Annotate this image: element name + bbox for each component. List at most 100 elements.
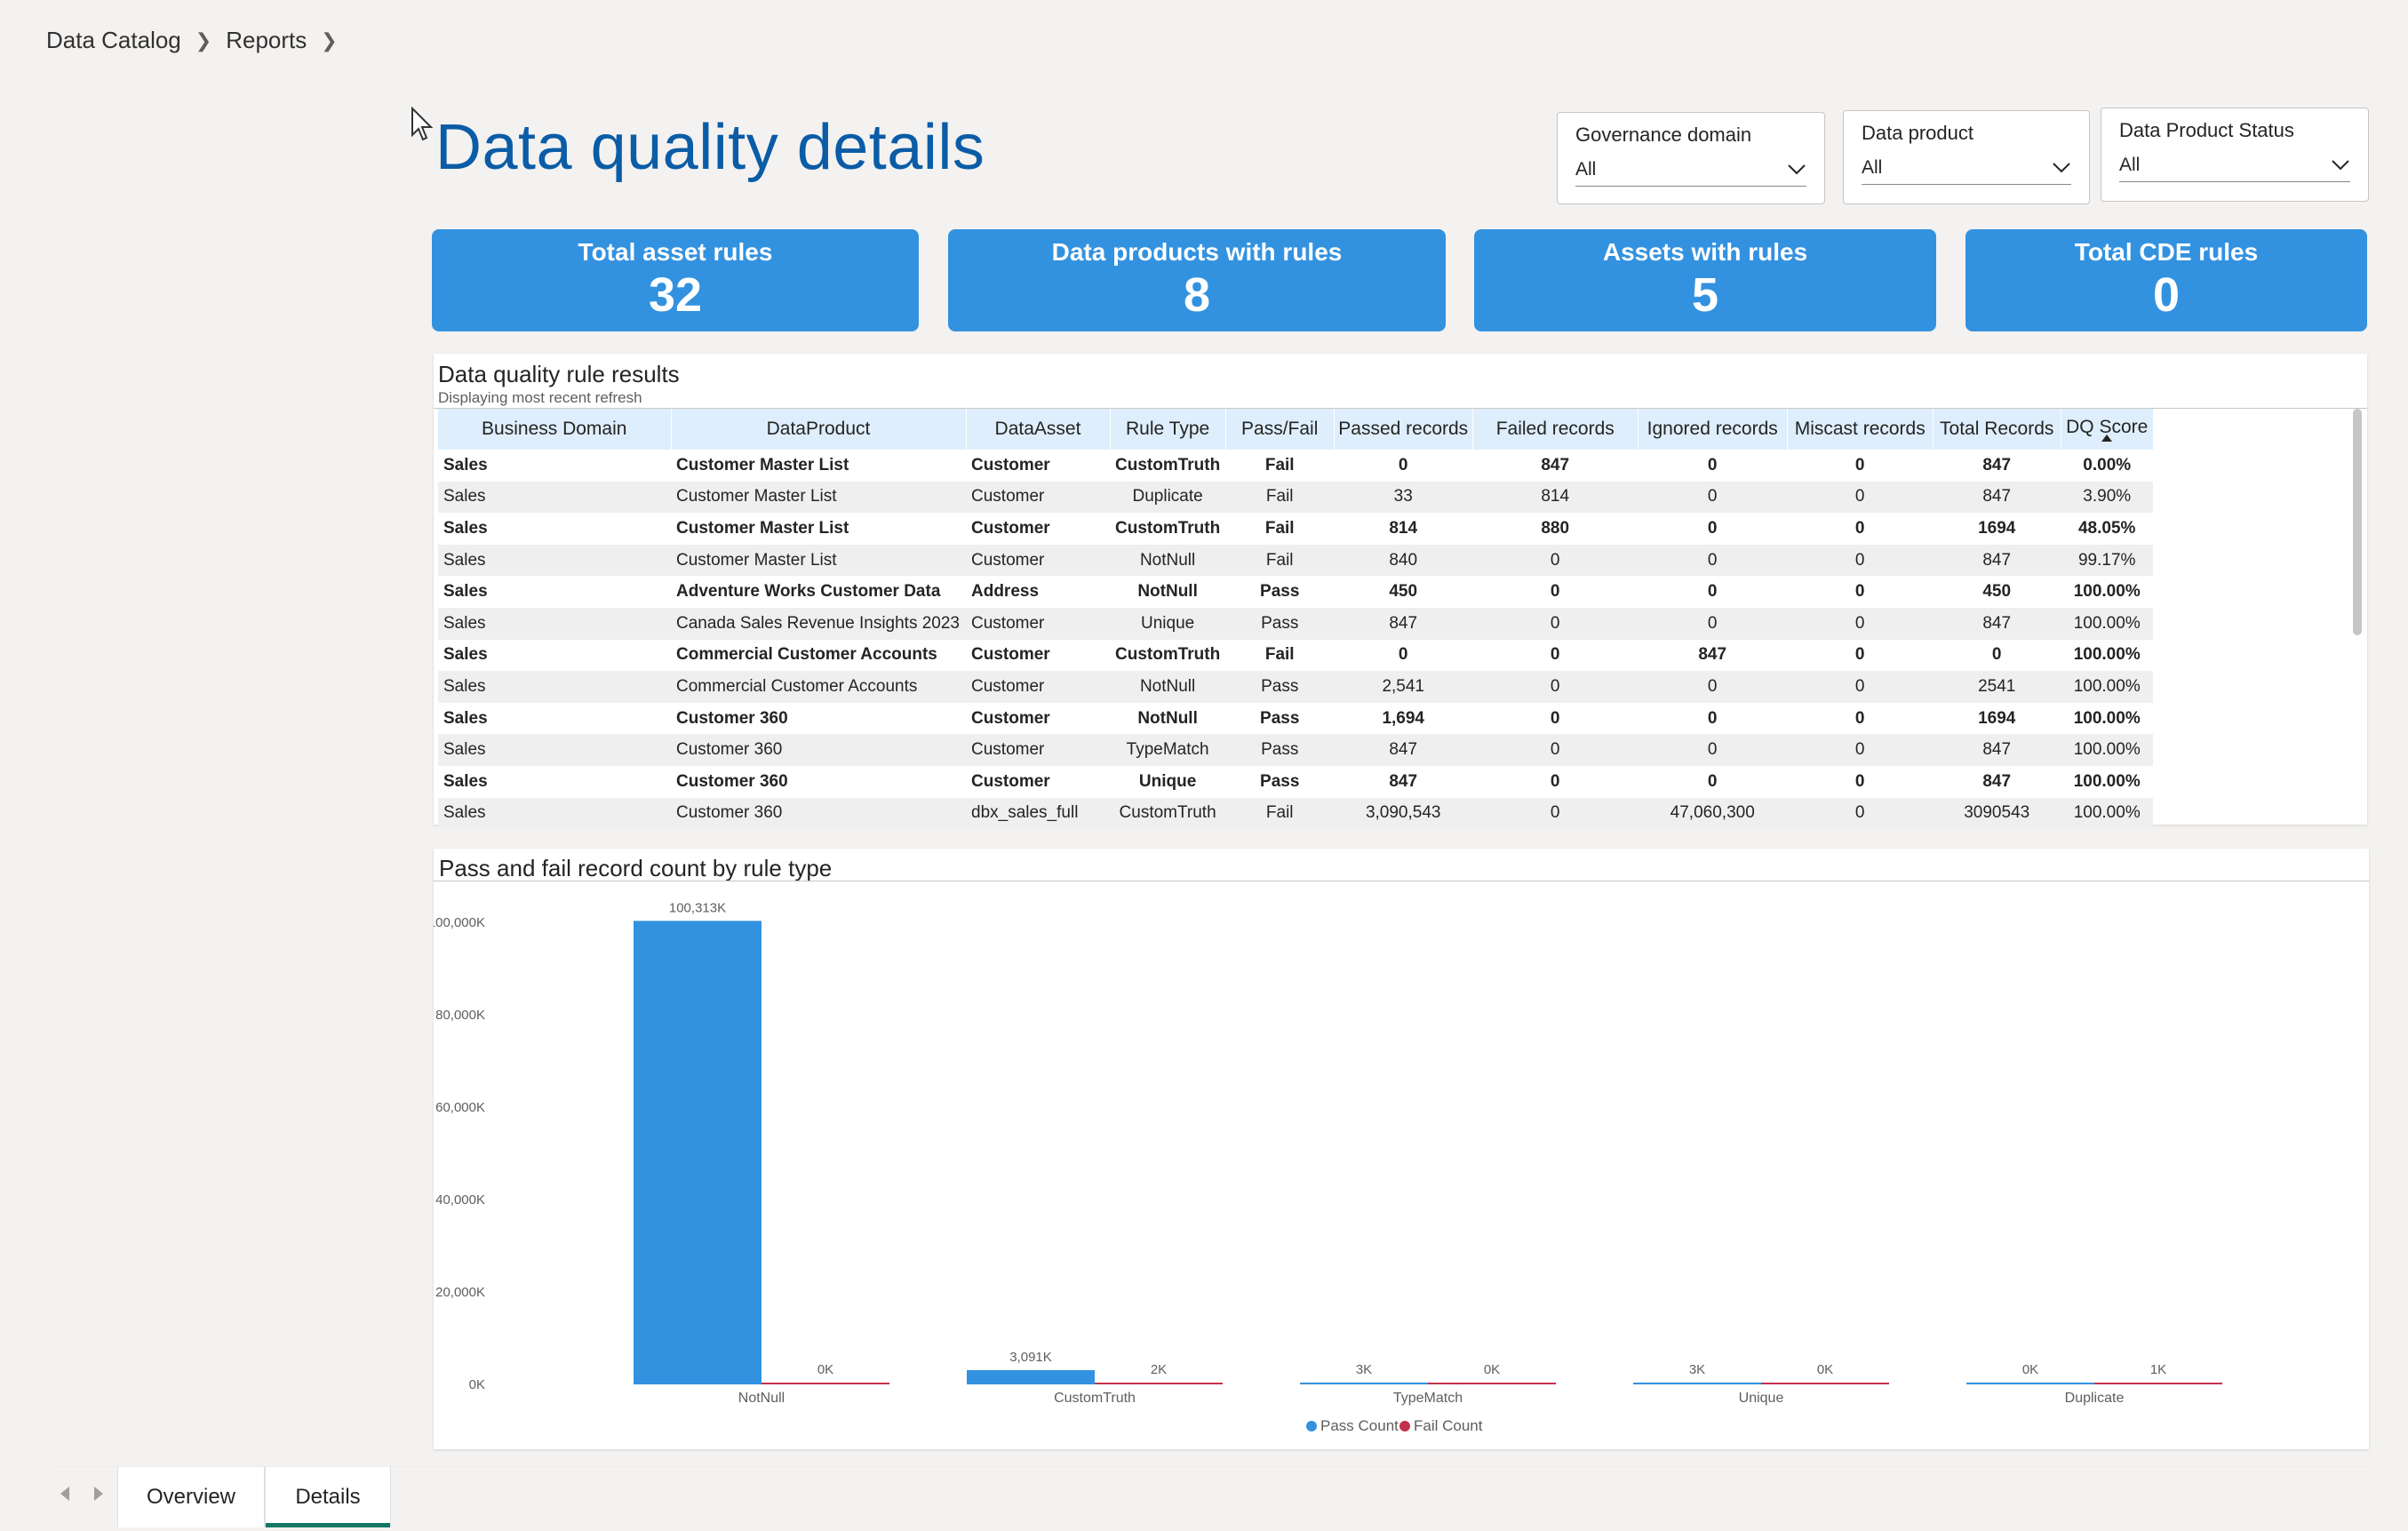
tab-details[interactable]: Details: [265, 1467, 391, 1527]
column-header[interactable]: Total Records: [1933, 409, 2061, 450]
table-cell: 0: [1638, 544, 1788, 577]
table-cell: NotNull: [1110, 671, 1226, 703]
table-cell: 100.00%: [2061, 639, 2154, 672]
x-category-label: Unique: [1739, 1391, 1784, 1406]
data-label: 3K: [1689, 1362, 1705, 1377]
table-cell: Customer: [966, 734, 1110, 766]
kpi-assets-with-rules: Assets with rules 5: [1474, 229, 1936, 331]
table-cell: 847: [1334, 734, 1473, 766]
table-row[interactable]: Sales Commercial Customer Accounts Custome…: [438, 639, 2154, 672]
table-cell: 814: [1334, 513, 1473, 545]
chevron-right-icon: ❯: [321, 28, 338, 52]
data-product-dropdown[interactable]: All: [1862, 157, 2071, 185]
table-row[interactable]: Sales Customer 360 Customer TypeMatch Pass 84…: [438, 734, 2154, 766]
slicer-value: All: [1862, 157, 1883, 178]
table-row[interactable]: Sales Commercial Customer Accounts Custome…: [438, 671, 2154, 703]
column-header[interactable]: Ignored records: [1638, 409, 1788, 450]
data-product-status-slicer[interactable]: Data Product Status All: [2101, 108, 2369, 202]
kpi-label: Total CDE rules: [2074, 238, 2259, 266]
table-cell: NotNull: [1110, 544, 1226, 577]
table-row[interactable]: Sales Adventure Works Customer Data Addres…: [438, 576, 2154, 608]
table-cell: 0: [1638, 765, 1788, 798]
fail-count-bar: [2094, 1383, 2222, 1384]
table-cell: 0: [1334, 450, 1473, 482]
table-cell: 100.00%: [2061, 671, 2154, 703]
chevron-down-icon: [1788, 164, 1806, 175]
legend-pass-marker: [1306, 1421, 1317, 1431]
table-cell: Fail: [1225, 481, 1335, 514]
dq-results-table: Business Domain DataProduct DataAsset Rule …: [438, 409, 2154, 830]
data-label: 100,313K: [669, 900, 726, 915]
table-cell: Sales: [438, 734, 671, 766]
column-header[interactable]: Pass/Fail: [1225, 409, 1335, 450]
table-row[interactable]: Sales Customer 360 Customer Unique Pass 847 0 0…: [438, 765, 2154, 798]
breadcrumb-reports[interactable]: Reports: [226, 27, 307, 54]
table-row[interactable]: Sales Customer Master List Customer CustomT…: [438, 450, 2154, 482]
table-cell: 0: [1638, 671, 1788, 703]
kpi-value: 0: [2152, 268, 2181, 322]
table-cell: NotNull: [1110, 702, 1226, 735]
table-cell: Sales: [438, 671, 671, 703]
table-cell: 847: [1933, 481, 2061, 514]
pass-fail-chart-panel: Pass and fail record count by rule type …: [434, 849, 2369, 1449]
table-cell: 3090543: [1933, 797, 2061, 830]
table-cell: Adventure Works Customer Data: [671, 576, 966, 608]
table-cell: Customer 360: [671, 734, 966, 766]
column-header[interactable]: DQ Score: [2061, 409, 2154, 450]
column-header[interactable]: Miscast records: [1787, 409, 1934, 450]
column-header[interactable]: DataProduct: [671, 409, 967, 450]
table-cell: 0: [1787, 576, 1934, 608]
table-cell: 847: [1933, 607, 2061, 640]
breadcrumb-data-catalog[interactable]: Data Catalog: [46, 27, 181, 54]
table-cell: 0: [1638, 450, 1788, 482]
column-header[interactable]: Passed records: [1334, 409, 1473, 450]
y-tick-label: 40,000K: [435, 1192, 485, 1208]
table-title: Data quality rule results: [438, 361, 680, 387]
active-tab-indicator: [266, 1523, 390, 1527]
legend-pass-label: Pass Count: [1320, 1417, 1399, 1434]
table-row[interactable]: Sales Customer 360 Customer NotNull Pass 1,69…: [438, 702, 2154, 735]
column-header[interactable]: Business Domain: [438, 409, 672, 450]
table-cell: Customer Master List: [671, 544, 966, 577]
next-page-icon[interactable]: [94, 1487, 103, 1501]
column-header[interactable]: DataAsset: [966, 409, 1111, 450]
table-row[interactable]: Sales Customer 360 dbx_sales_full CustomTru…: [438, 797, 2154, 830]
table-row[interactable]: Sales Customer Master List Customer NotNull…: [438, 544, 2154, 577]
table-cell: 0: [1472, 702, 1639, 735]
table-row[interactable]: Sales Customer Master List Customer Duplica…: [438, 481, 2154, 514]
table-row[interactable]: Sales Customer Master List Customer CustomT…: [438, 513, 2154, 545]
table-cell: Fail: [1225, 639, 1335, 672]
table-cell: 450: [1334, 576, 1473, 608]
table-cell: 0: [1787, 797, 1934, 830]
data-product-status-dropdown[interactable]: All: [2119, 155, 2350, 182]
table-cell: Sales: [438, 450, 671, 482]
table-cell: 0: [1787, 607, 1934, 640]
y-tick-label: 60,000K: [435, 1100, 485, 1115]
table-cell: 1,694: [1334, 702, 1473, 735]
data-label: 0K: [1484, 1362, 1500, 1377]
table-row[interactable]: Sales Canada Sales Revenue Insights 2023 C…: [438, 607, 2154, 640]
data-product-slicer[interactable]: Data product All: [1843, 110, 2090, 204]
pass-count-bar: [1633, 1383, 1761, 1384]
table-cell: Fail: [1225, 450, 1335, 482]
prev-page-icon[interactable]: [60, 1487, 69, 1501]
table-body: Sales Customer Master List Customer CustomT…: [438, 450, 2154, 830]
legend-fail-label: Fail Count: [1414, 1417, 1483, 1434]
table-cell: 0: [1787, 639, 1934, 672]
kpi-label: Total asset rules: [578, 238, 773, 266]
table-cell: 100.00%: [2061, 797, 2154, 830]
governance-domain-dropdown[interactable]: All: [1575, 159, 1806, 187]
table-cell: 847: [1334, 765, 1473, 798]
tab-label: Overview: [146, 1485, 236, 1509]
table-scrollbar[interactable]: [2353, 409, 2362, 635]
table-cell: Pass: [1225, 702, 1335, 735]
table-cell: Canada Sales Revenue Insights 2023: [671, 607, 966, 640]
column-header[interactable]: Rule Type: [1110, 409, 1226, 450]
tab-label: Details: [295, 1485, 361, 1509]
column-header[interactable]: Failed records: [1472, 409, 1639, 450]
table-cell: Sales: [438, 607, 671, 640]
governance-domain-slicer[interactable]: Governance domain All: [1557, 112, 1825, 204]
table-cell: Sales: [438, 639, 671, 672]
table-cell: 0: [1638, 481, 1788, 514]
tab-overview[interactable]: Overview: [117, 1467, 265, 1527]
